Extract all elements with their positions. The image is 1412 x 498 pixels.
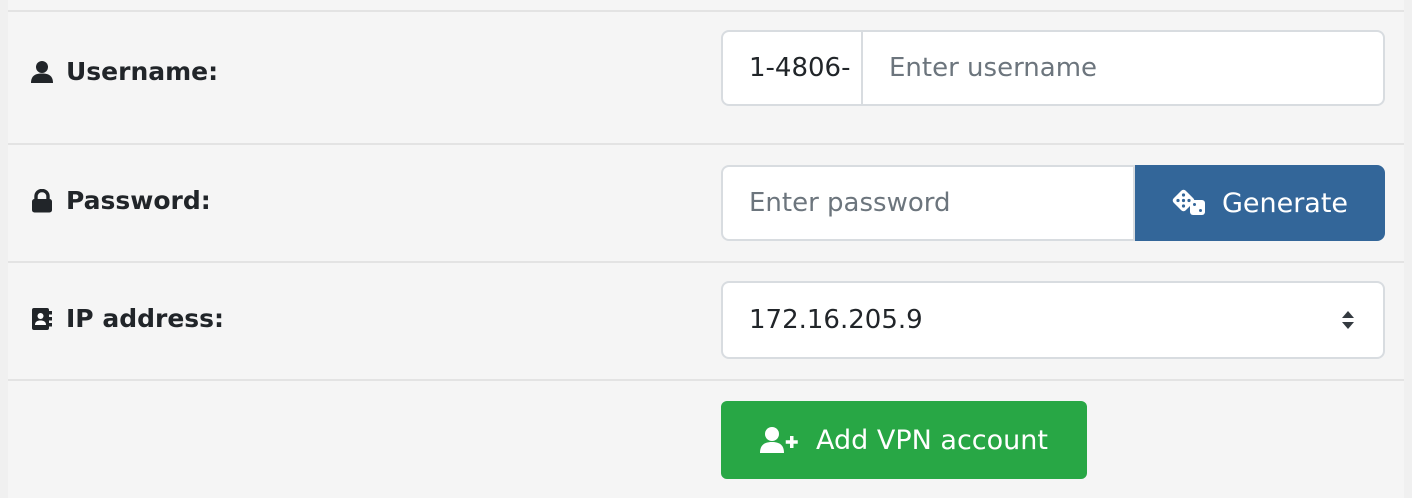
vpn-account-form: Username: 1-4806- Password: xyxy=(0,0,1412,498)
add-vpn-account-button[interactable]: Add VPN account xyxy=(721,401,1087,479)
username-control: 1-4806- xyxy=(721,30,1385,106)
ip-address-row: IP address: 172.16.205.9 xyxy=(8,263,1404,381)
password-label-text: Password: xyxy=(66,186,211,215)
username-row: Username: 1-4806- xyxy=(8,12,1404,145)
generate-password-button[interactable]: Generate xyxy=(1135,165,1385,241)
password-input[interactable] xyxy=(721,165,1135,241)
ip-address-control: 172.16.205.9 xyxy=(721,281,1385,359)
password-label: Password: xyxy=(30,186,211,215)
dice-icon xyxy=(1172,189,1208,217)
ip-address-label-text: IP address: xyxy=(66,304,225,333)
ip-address-selected-value: 172.16.205.9 xyxy=(749,305,923,335)
username-input[interactable] xyxy=(863,30,1385,106)
sort-caret-icon xyxy=(1339,308,1357,332)
username-input-group: 1-4806- xyxy=(721,30,1385,106)
ip-address-label: IP address: xyxy=(30,304,224,333)
user-icon xyxy=(30,60,54,84)
ip-address-select[interactable]: 172.16.205.9 xyxy=(721,281,1385,359)
address-book-icon xyxy=(30,307,54,331)
username-label: Username: xyxy=(30,57,218,86)
password-input-group: Generate xyxy=(721,165,1385,241)
lock-icon xyxy=(30,188,54,213)
user-plus-icon xyxy=(760,426,802,454)
username-label-text: Username: xyxy=(66,57,219,86)
generate-button-label: Generate xyxy=(1221,187,1349,219)
username-prefix: 1-4806- xyxy=(721,30,863,106)
password-control: Generate xyxy=(721,165,1385,241)
submit-control: Add VPN account xyxy=(721,401,1385,479)
submit-row: Add VPN account xyxy=(8,381,1404,498)
password-row: Password: Enter password Generate xyxy=(8,145,1404,263)
add-vpn-account-label: Add VPN account xyxy=(816,424,1048,456)
